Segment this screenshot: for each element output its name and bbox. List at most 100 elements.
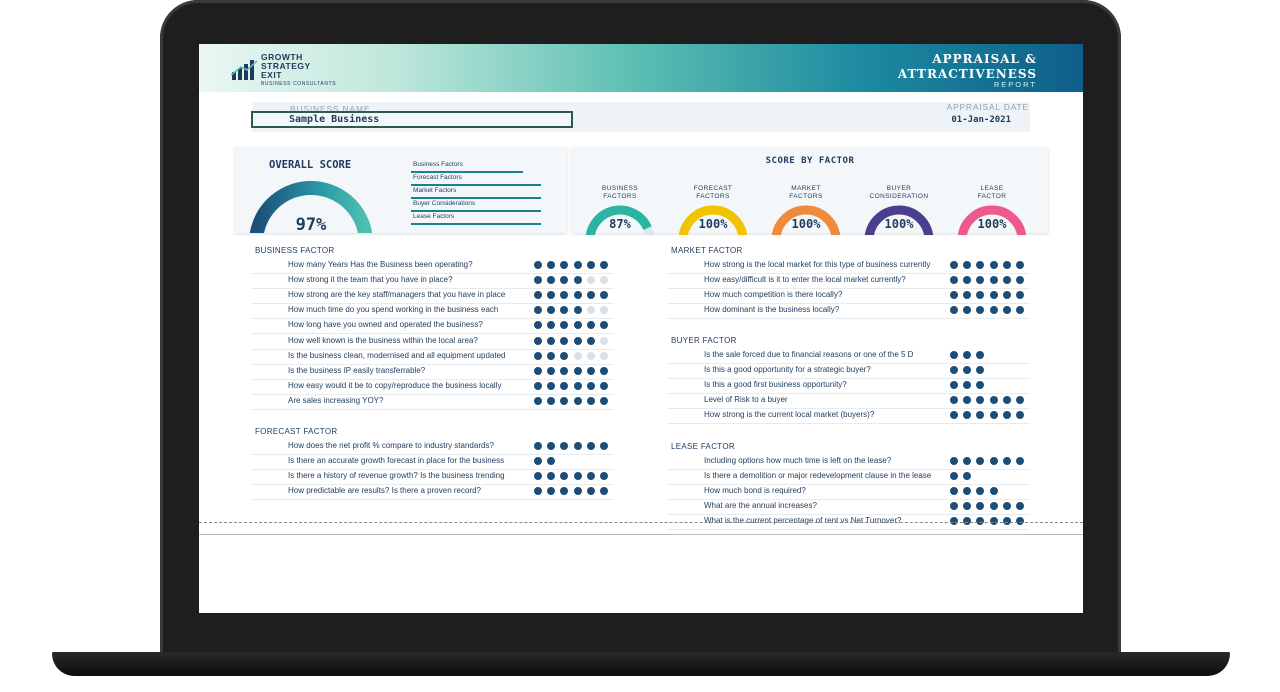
rating-dot-filled[interactable] (1002, 306, 1011, 315)
rating-dot-filled[interactable] (573, 291, 582, 300)
rating-dot-filled[interactable] (547, 472, 556, 481)
rating-dot-filled[interactable] (599, 261, 608, 269)
rating-dot-filled[interactable] (976, 487, 985, 496)
rating-dot-filled[interactable] (950, 457, 958, 465)
rating-dot-filled[interactable] (950, 366, 958, 375)
rating-dot-empty[interactable] (599, 276, 608, 285)
rating-dot-filled[interactable] (534, 442, 542, 450)
rating-dot-filled[interactable] (573, 396, 582, 405)
rating-dot-filled[interactable] (1015, 396, 1024, 405)
rating-dot-filled[interactable] (599, 487, 608, 496)
rating-dot-filled[interactable] (560, 351, 569, 360)
rating-dot-filled[interactable] (534, 306, 542, 315)
rating-dots[interactable] (534, 487, 613, 506)
rating-dot-filled[interactable] (989, 487, 998, 496)
rating-dot-filled[interactable] (989, 396, 998, 405)
rating-dot-filled[interactable] (586, 291, 595, 300)
rating-dot-filled[interactable] (963, 472, 972, 481)
rating-dot-filled[interactable] (1002, 457, 1011, 465)
rating-dot-filled[interactable] (573, 321, 582, 330)
rating-dot-filled[interactable] (586, 336, 595, 345)
rating-dot-filled[interactable] (950, 472, 958, 481)
rating-dot-filled[interactable] (547, 381, 556, 390)
rating-dot-filled[interactable] (573, 306, 582, 315)
rating-dot-filled[interactable] (586, 381, 595, 390)
rating-dot-filled[interactable] (599, 472, 608, 481)
rating-dot-filled[interactable] (547, 276, 556, 285)
rating-dot-filled[interactable] (976, 381, 985, 390)
rating-dot-filled[interactable] (586, 472, 595, 481)
rating-dot-filled[interactable] (560, 381, 569, 390)
rating-dot-filled[interactable] (586, 321, 595, 330)
rating-dot-filled[interactable] (586, 396, 595, 405)
rating-dot-filled[interactable] (560, 306, 569, 315)
rating-dot-filled[interactable] (950, 411, 958, 420)
rating-dot-filled[interactable] (976, 291, 985, 300)
rating-dot-filled[interactable] (989, 411, 998, 420)
rating-dot-empty[interactable] (599, 306, 608, 315)
rating-dot-filled[interactable] (599, 442, 608, 450)
rating-dot-filled[interactable] (547, 457, 556, 466)
rating-dot-filled[interactable] (950, 396, 958, 405)
rating-dots[interactable] (534, 396, 613, 416)
rating-dot-empty[interactable] (599, 336, 608, 345)
rating-dot-filled[interactable] (534, 472, 542, 481)
rating-dots[interactable] (950, 411, 1029, 430)
rating-dot-filled[interactable] (547, 321, 556, 330)
rating-dot-filled[interactable] (1015, 457, 1024, 465)
rating-dot-filled[interactable] (547, 487, 556, 496)
rating-dot-filled[interactable] (1015, 291, 1024, 300)
rating-dot-filled[interactable] (599, 396, 608, 405)
rating-dot-filled[interactable] (547, 442, 556, 450)
rating-dot-filled[interactable] (1015, 276, 1024, 285)
rating-dot-filled[interactable] (534, 487, 542, 496)
rating-dot-filled[interactable] (560, 276, 569, 285)
rating-dot-empty[interactable] (573, 351, 582, 360)
rating-dot-filled[interactable] (989, 306, 998, 315)
rating-dot-filled[interactable] (976, 411, 985, 420)
rating-dot-filled[interactable] (1015, 261, 1024, 269)
rating-dot-filled[interactable] (560, 366, 569, 375)
rating-dot-filled[interactable] (963, 366, 972, 375)
rating-dot-filled[interactable] (560, 291, 569, 300)
rating-dot-filled[interactable] (560, 396, 569, 405)
rating-dot-filled[interactable] (976, 366, 985, 375)
rating-dot-empty[interactable] (586, 306, 595, 315)
rating-dot-filled[interactable] (534, 336, 542, 345)
rating-dot-filled[interactable] (586, 487, 595, 496)
rating-dot-filled[interactable] (989, 276, 998, 285)
rating-dot-filled[interactable] (950, 276, 958, 285)
rating-dot-filled[interactable] (989, 502, 998, 511)
rating-dot-filled[interactable] (963, 291, 972, 300)
rating-dot-filled[interactable] (950, 487, 958, 496)
rating-dot-filled[interactable] (950, 351, 958, 359)
rating-dot-filled[interactable] (573, 487, 582, 496)
rating-dot-filled[interactable] (534, 351, 542, 360)
rating-dot-filled[interactable] (963, 487, 972, 496)
rating-dot-filled[interactable] (1015, 502, 1024, 511)
rating-dot-filled[interactable] (963, 306, 972, 315)
rating-dot-filled[interactable] (950, 291, 958, 300)
rating-dot-empty[interactable] (586, 351, 595, 360)
rating-dot-filled[interactable] (573, 276, 582, 285)
rating-dot-filled[interactable] (950, 381, 958, 390)
rating-dot-filled[interactable] (976, 457, 985, 465)
rating-dot-filled[interactable] (976, 261, 985, 269)
rating-dot-filled[interactable] (950, 306, 958, 315)
rating-dot-filled[interactable] (1002, 276, 1011, 285)
rating-dot-filled[interactable] (599, 291, 608, 300)
rating-dot-filled[interactable] (1002, 411, 1011, 420)
rating-dot-filled[interactable] (547, 291, 556, 300)
rating-dot-filled[interactable] (1002, 291, 1011, 300)
rating-dot-filled[interactable] (950, 261, 958, 269)
rating-dot-filled[interactable] (547, 366, 556, 375)
rating-dot-filled[interactable] (1002, 261, 1011, 269)
rating-dot-filled[interactable] (976, 276, 985, 285)
rating-dot-filled[interactable] (547, 396, 556, 405)
rating-dot-filled[interactable] (547, 351, 556, 360)
rating-dot-filled[interactable] (963, 261, 972, 269)
rating-dot-filled[interactable] (963, 396, 972, 405)
rating-dot-filled[interactable] (547, 306, 556, 315)
rating-dot-filled[interactable] (573, 261, 582, 269)
rating-dot-filled[interactable] (1015, 411, 1024, 420)
